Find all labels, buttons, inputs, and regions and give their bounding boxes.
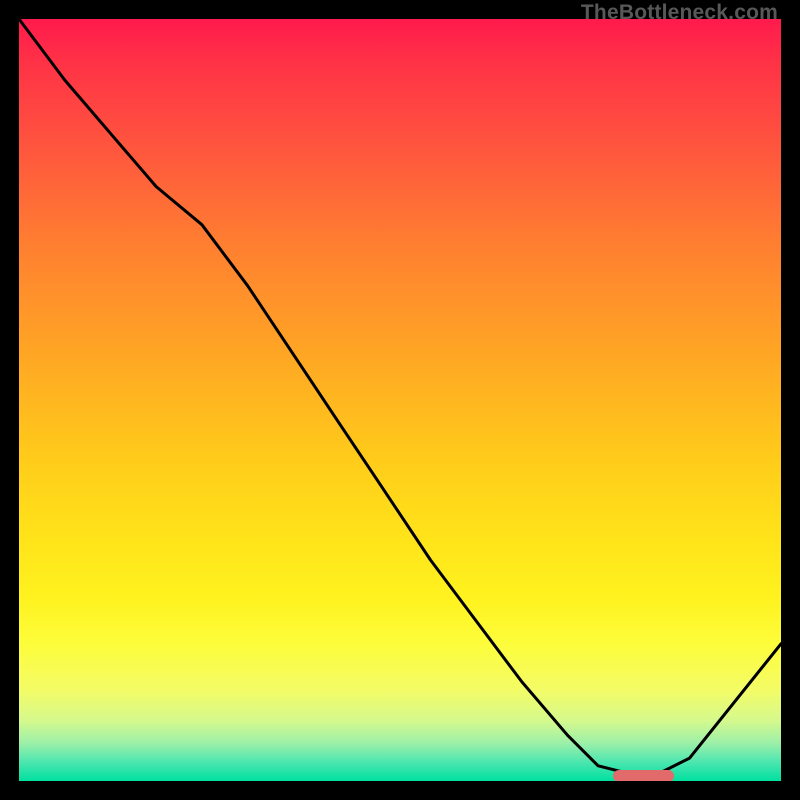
watermark-text: TheBottleneck.com <box>581 1 778 25</box>
optimal-range-marker <box>613 770 674 781</box>
plot-area <box>19 19 781 781</box>
bottleneck-curve <box>19 19 781 781</box>
chart-frame: TheBottleneck.com <box>0 0 800 800</box>
